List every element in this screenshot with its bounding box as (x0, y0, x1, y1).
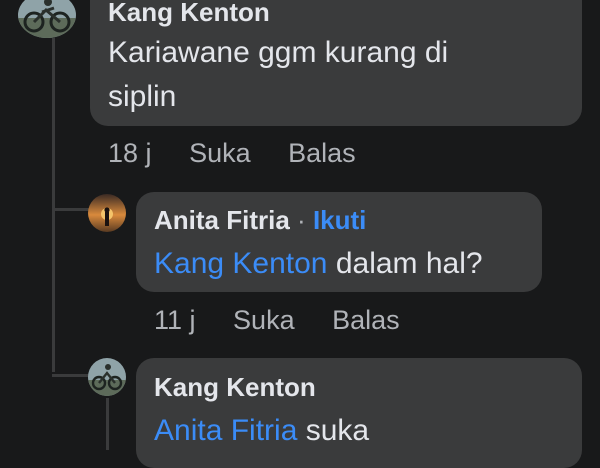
comment-text-3-body: suka (305, 414, 370, 447)
comment-text-line-1: Kariawane ggm kurang di (108, 36, 449, 69)
like-button-2[interactable]: Suka (233, 305, 295, 336)
thread-line-main (52, 38, 55, 372)
follow-button[interactable]: Ikuti (313, 205, 366, 235)
thread-branch-reply-1 (52, 208, 92, 211)
comment-meta-2: 11 j Suka Balas (154, 305, 400, 336)
motorcycle-photo-avatar-icon (18, 0, 76, 38)
reply-button-1[interactable]: Balas (288, 138, 356, 169)
comment-author-2[interactable]: Anita Fitria (154, 205, 290, 235)
thread-line-sub (106, 398, 109, 450)
kang-kenton-avatar[interactable] (18, 0, 76, 38)
comment-text-2-body: dalam hal? (335, 247, 483, 280)
comment-meta-1: 18 j Suka Balas (108, 138, 356, 169)
reply-button-2[interactable]: Balas (332, 305, 400, 336)
like-button-1[interactable]: Suka (189, 138, 251, 169)
mention-link-1[interactable]: Kang Kenton (154, 247, 327, 280)
comment-text-line-2: siplin (108, 80, 177, 113)
anita-fitria-avatar[interactable] (88, 194, 126, 232)
comment-text-2: Kang Kenton dalam hal? (154, 247, 483, 281)
kang-kenton-avatar-2[interactable] (88, 358, 126, 396)
mention-link-2[interactable]: Anita Fitria (154, 414, 297, 447)
comment-author-1[interactable]: Kang Kenton (108, 0, 270, 28)
comment-author-3[interactable]: Kang Kenton (154, 372, 316, 403)
comment-time-1[interactable]: 18 j (108, 138, 152, 169)
comment-time-2[interactable]: 11 j (154, 305, 196, 336)
thread-branch-reply-2 (52, 374, 92, 377)
motorcycle-photo-avatar-icon-2 (88, 358, 126, 396)
comment-author-2-line: Anita Fitria · Ikuti (154, 205, 366, 236)
comment-text-3: Anita Fitria suka (154, 414, 369, 448)
sunset-silhouette-avatar-icon (88, 194, 126, 232)
separator-dot: · (297, 205, 306, 235)
